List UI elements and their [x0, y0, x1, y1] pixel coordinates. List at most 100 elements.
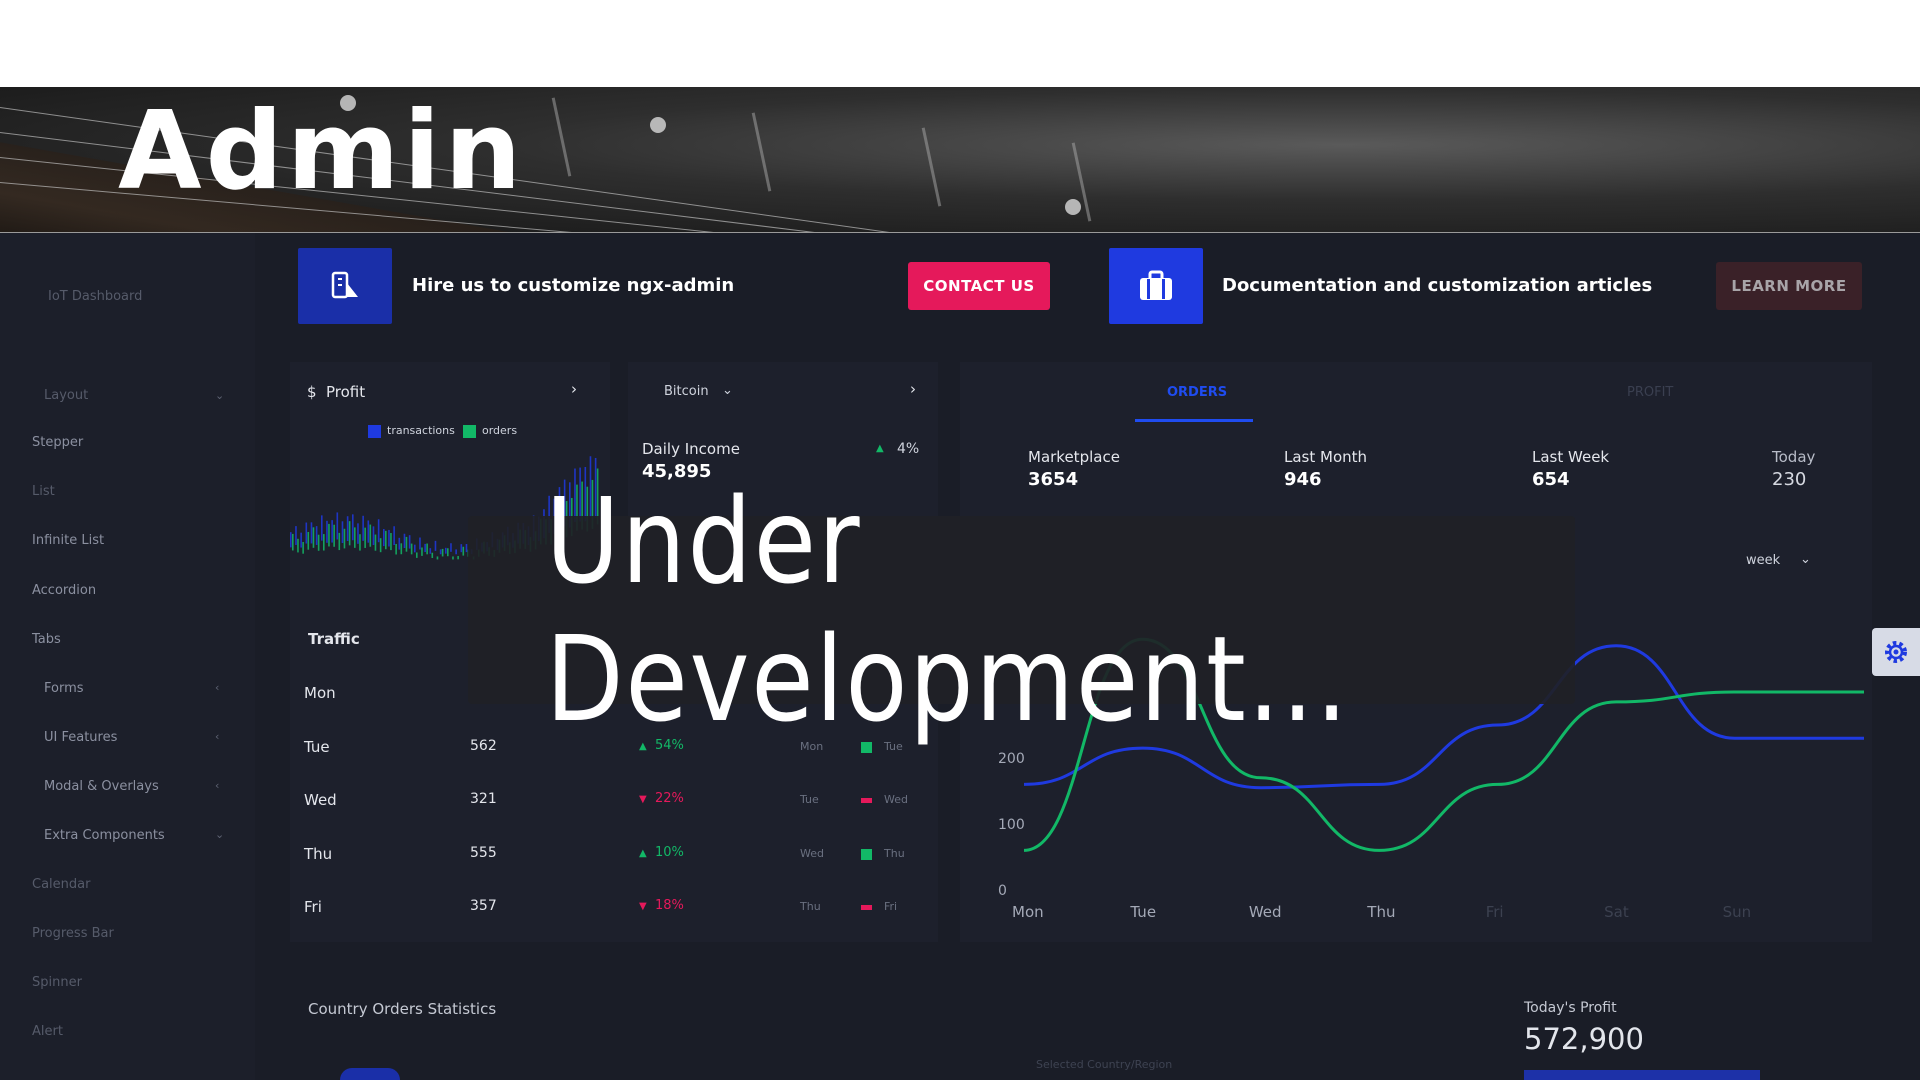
sidebar-item-spinner[interactable]: Spinner: [32, 975, 82, 990]
traffic-cur-day: Wed: [884, 793, 908, 806]
chevron-right-icon[interactable]: ›: [910, 380, 916, 398]
sidebar-item-calendar[interactable]: Calendar: [32, 877, 90, 892]
traffic-cur-day: Fri: [884, 900, 898, 913]
sidebar-item-iot-dashboard[interactable]: IoT Dashboard: [48, 289, 142, 304]
orders-bar: [323, 534, 325, 551]
sidebar-item-tabs[interactable]: Tabs: [32, 632, 61, 647]
top-white-bar: [0, 0, 1920, 87]
legend-swatch-orders: [463, 425, 476, 438]
orders-bar: [462, 546, 465, 556]
orders-bar: [369, 524, 372, 547]
contact-us-button[interactable]: CONTACT US: [908, 262, 1050, 310]
transactions-bar: [367, 520, 370, 543]
brand-title: Admin: [118, 89, 526, 214]
traffic-cur-day: Thu: [884, 846, 905, 860]
sidebar-item-alert[interactable]: Alert: [32, 1024, 63, 1039]
x-tick-label: Thu: [1366, 903, 1395, 921]
sidebar-item-infinite-list[interactable]: Infinite List: [32, 533, 104, 548]
sidebar: IoT Dashboard Layout ⌄ Stepper List Infi…: [0, 233, 255, 1080]
sidebar-item-accordion[interactable]: Accordion: [32, 583, 96, 598]
orders-bar: [338, 532, 341, 551]
transactions-bar: [305, 522, 308, 544]
x-tick-label: Sun: [1723, 903, 1752, 921]
sidebar-item-modal-overlays[interactable]: Modal & Overlays: [44, 779, 159, 794]
orders-bar: [312, 527, 315, 548]
traffic-delta: 22%: [655, 791, 684, 806]
x-tick-label: Tue: [1129, 903, 1156, 921]
transactions-bar: [439, 549, 442, 555]
transactions-bar: [460, 544, 463, 553]
traffic-value: 357: [470, 898, 497, 914]
todays-profit-value: 572,900: [1524, 1022, 1644, 1056]
transactions-bar: [300, 532, 302, 548]
orders-bar: [431, 552, 434, 558]
tab-orders[interactable]: ORDERS: [1167, 385, 1227, 400]
transactions-bar: [372, 526, 375, 546]
orders-bar: [292, 533, 294, 551]
sidebar-item-progress-bar[interactable]: Progress Bar: [32, 926, 114, 941]
currency-select[interactable]: Bitcoin: [664, 384, 709, 399]
sidebar-item-ui-features[interactable]: UI Features: [44, 730, 117, 745]
transactions-bar: [445, 547, 447, 554]
selected-region-label: Selected Country/Region: [1036, 1058, 1173, 1071]
transactions-bar: [341, 521, 344, 544]
fret-marker: [1065, 199, 1081, 215]
arrow-up-icon: ▲: [876, 443, 884, 454]
tab-profit[interactable]: PROFIT: [1627, 385, 1673, 400]
orders-bar: [436, 556, 439, 560]
daily-income-label: Daily Income: [642, 440, 740, 458]
transactions-bar: [450, 543, 452, 552]
transactions-bar: [336, 512, 339, 540]
orders-bar: [385, 530, 387, 550]
x-tick-label: Mon: [1012, 903, 1044, 921]
traffic-swatch: [861, 848, 872, 860]
traffic-day: Tue: [304, 737, 330, 756]
transactions-bar: [357, 523, 359, 544]
guitar-fret: [751, 112, 772, 192]
profit-title: Profit: [326, 383, 366, 401]
orders-bar: [348, 521, 351, 546]
transactions-bar: [388, 529, 390, 547]
transactions-bar: [310, 522, 313, 544]
x-tick-label: Fri: [1486, 903, 1504, 921]
transactions-bar: [290, 532, 292, 548]
orders-bar: [379, 538, 382, 553]
learn-more-button[interactable]: LEARN MORE: [1716, 262, 1862, 310]
country-map-shape: [340, 1068, 400, 1080]
sidebar-item-list[interactable]: List: [32, 484, 55, 499]
sidebar-item-layout[interactable]: Layout: [44, 388, 88, 403]
transactions-bar: [331, 520, 333, 543]
transactions-bar: [326, 520, 328, 543]
settings-tab[interactable]: [1872, 628, 1920, 676]
orders-bar: [328, 523, 330, 547]
sidebar-item-forms[interactable]: Forms: [44, 681, 84, 696]
dollar-icon: $: [307, 383, 317, 401]
y-tick-label: 0: [998, 883, 1007, 899]
sidebar-item-extra-components[interactable]: Extra Components: [44, 828, 165, 843]
transactions-bar: [419, 537, 421, 550]
stat-label-today: Today: [1772, 448, 1816, 466]
legend-swatch-transactions: [368, 425, 381, 438]
under-development-text: Under Development...: [545, 472, 1350, 748]
x-tick-label: Wed: [1249, 903, 1282, 921]
chevron-down-icon[interactable]: ⌄: [722, 383, 733, 398]
orders-bar: [441, 548, 444, 557]
sidebar-item-stepper[interactable]: Stepper: [32, 435, 83, 450]
gear-icon: [1885, 641, 1907, 663]
arrow-down-icon: ▼: [639, 901, 647, 912]
traffic-delta: 18%: [655, 898, 684, 913]
transactions-bar: [377, 519, 380, 543]
orders-bar: [302, 541, 304, 554]
under-development-overlay: Under Development...: [468, 472, 1575, 748]
transactions-bar: [321, 515, 323, 541]
chevron-left-icon: ‹: [215, 779, 220, 792]
transactions-bar: [393, 526, 395, 545]
chevron-right-icon[interactable]: ›: [571, 380, 577, 398]
orders-bar: [447, 548, 449, 557]
chevron-down-icon: ⌄: [215, 828, 225, 841]
transactions-bar: [408, 535, 411, 549]
traffic-day: Mon: [304, 684, 336, 702]
hire-icon: [298, 248, 392, 324]
legend-orders: orders: [482, 424, 518, 437]
stat-label-last-month: Last Month: [1284, 448, 1368, 466]
